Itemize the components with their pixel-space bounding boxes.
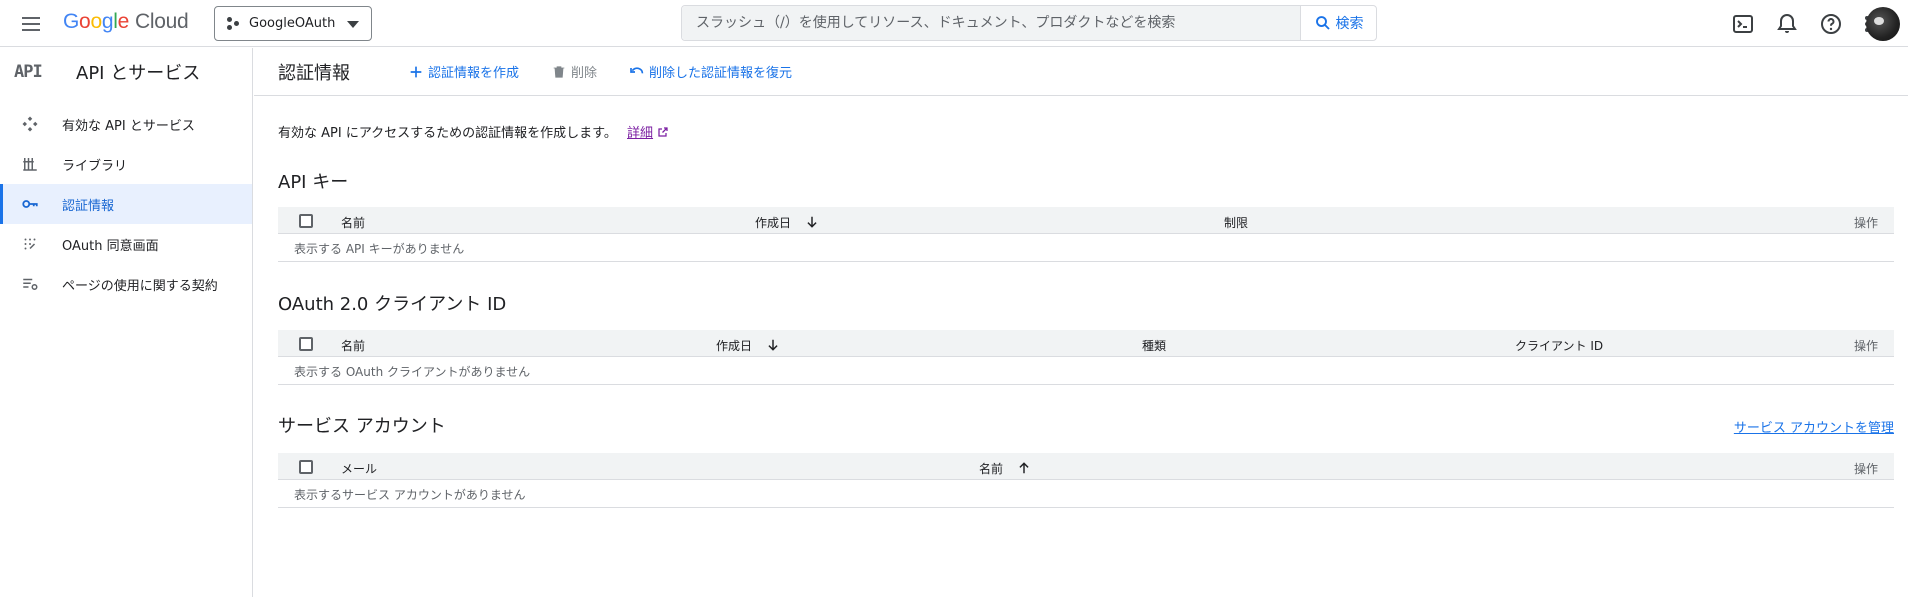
library-icon (20, 154, 40, 174)
enabled-apis-icon (20, 114, 40, 134)
api-keys-table: 名前 作成日 制限 操作 表示する API キーがありません (278, 207, 1894, 262)
sidebar-item-label: ライブラリ (62, 158, 128, 174)
intro-description: 有効な API にアクセスするための認証情報を作成します。 (278, 126, 617, 141)
external-link-icon (658, 127, 668, 137)
select-all-checkbox[interactable] (299, 337, 313, 351)
chevron-down-icon (347, 21, 359, 28)
restore-deleted-label: 削除した認証情報を復元 (649, 66, 793, 81)
project-icon (227, 16, 241, 31)
settings-list-icon (20, 274, 40, 294)
table-header: 名前 作成日 種類 クライアント ID 操作 (278, 330, 1894, 357)
top-actions (1668, 0, 1908, 47)
terminal-icon[interactable] (1731, 12, 1755, 36)
empty-state: 表示する OAuth クライアントがありません (294, 365, 531, 379)
key-icon (20, 194, 40, 214)
sidebar-item-enabled-apis[interactable]: 有効な API とサービス (0, 104, 252, 144)
main-menu-button[interactable] (20, 14, 44, 34)
select-all-checkbox[interactable] (299, 214, 313, 228)
arrow-down-icon[interactable] (766, 338, 780, 352)
api-keys-title: API キー (278, 172, 349, 193)
table-header: メール 名前 操作 (278, 453, 1894, 480)
delete-label: 削除 (571, 66, 598, 81)
sidebar-title: API とサービス (76, 63, 201, 84)
consent-icon (20, 234, 40, 254)
oauth-clients-title: OAuth 2.0 クライアント ID (278, 294, 507, 315)
search-button[interactable]: 検索 (1300, 6, 1376, 40)
service-accounts-title: サービス アカウント (278, 416, 446, 437)
table-row: 表示するサービス アカウントがありません (278, 480, 1894, 508)
empty-state: 表示するサービス アカウントがありません (294, 488, 526, 502)
search-button-label: 検索 (1335, 16, 1364, 32)
table-row: 表示する OAuth クライアントがありません (278, 357, 1894, 385)
oauth-clients-table: 名前 作成日 種類 クライアント ID 操作 表示する OAuth クライアント… (278, 330, 1894, 385)
google-cloud-logo[interactable]: Google Cloud (63, 10, 189, 34)
table-row: 表示する API キーがありません (278, 234, 1894, 262)
sidebar-item-credentials[interactable]: 認証情報 (0, 184, 252, 224)
project-picker[interactable]: GoogleOAuth (214, 6, 372, 41)
column-client-id[interactable]: クライアント ID (1515, 337, 1603, 354)
search-bar: 検索 (681, 5, 1377, 41)
column-created[interactable]: 作成日 (755, 214, 819, 231)
column-type[interactable]: 種類 (1142, 337, 1166, 354)
column-created[interactable]: 作成日 (716, 337, 780, 354)
sidebar-item-label: 有効な API とサービス (62, 118, 195, 134)
empty-state: 表示する API キーがありません (294, 242, 465, 256)
column-actions: 操作 (1853, 216, 1878, 230)
top-bar: GoogleCloud GoogleOAuth 検索 (0, 0, 1908, 47)
arrow-down-icon[interactable] (805, 215, 819, 229)
trash-icon (553, 65, 565, 78)
arrow-up-icon[interactable] (1017, 461, 1031, 475)
sidebar-item-label: OAuth 同意画面 (62, 238, 159, 254)
project-name: GoogleOAuth (249, 16, 336, 31)
page-title: 認証情報 (278, 62, 350, 84)
column-restrictions: 制限 (1224, 216, 1249, 230)
column-actions: 操作 (1853, 339, 1878, 353)
column-actions: 操作 (1853, 462, 1878, 476)
sidebar-header: API API とサービス (0, 48, 252, 96)
sidebar: API API とサービス 有効な API とサービス ライブラリ 認証情報 O… (0, 48, 253, 597)
select-all-checkbox[interactable] (299, 460, 313, 474)
column-name[interactable]: 名前 (979, 460, 1031, 477)
learn-more-link[interactable]: 詳細 (627, 126, 653, 141)
create-credentials-button[interactable]: 認証情報を作成 (408, 62, 519, 81)
column-name[interactable]: 名前 (341, 337, 365, 354)
search-icon (1315, 16, 1330, 30)
undo-icon (630, 66, 644, 73)
service-accounts-table: メール 名前 操作 表示するサービス アカウントがありません (278, 453, 1894, 508)
sidebar-item-page-usage-agreements[interactable]: ページの使用に関する契約 (0, 264, 252, 304)
avatar[interactable] (1866, 7, 1900, 41)
action-bar: 認証情報 認証情報を作成 削除 削除した認証情報を復元 (254, 48, 1908, 96)
search-input[interactable] (682, 6, 1300, 40)
create-credentials-label: 認証情報を作成 (428, 66, 520, 81)
manage-service-accounts-link[interactable]: サービス アカウントを管理 (1734, 417, 1894, 436)
delete-button[interactable]: 削除 (551, 62, 597, 81)
column-name[interactable]: 名前 (341, 214, 365, 231)
intro-text: 有効な API にアクセスするための認証情報を作成します。 詳細 (278, 122, 669, 141)
column-email[interactable]: メール (341, 460, 377, 477)
main-content: 認証情報 認証情報を作成 削除 削除した認証情報を復元 有効な API にアクセ… (254, 48, 1908, 597)
restore-deleted-button[interactable]: 削除した認証情報を復元 (629, 62, 792, 81)
bell-icon[interactable] (1775, 12, 1799, 36)
api-logo: API (14, 62, 43, 82)
sidebar-item-label: 認証情報 (62, 198, 115, 214)
plus-icon (410, 66, 422, 77)
table-header: 名前 作成日 制限 操作 (278, 207, 1894, 234)
sidebar-item-library[interactable]: ライブラリ (0, 144, 252, 184)
help-icon[interactable] (1819, 12, 1843, 36)
sidebar-item-label: ページの使用に関する契約 (62, 278, 218, 294)
sidebar-item-oauth-consent[interactable]: OAuth 同意画面 (0, 224, 252, 264)
